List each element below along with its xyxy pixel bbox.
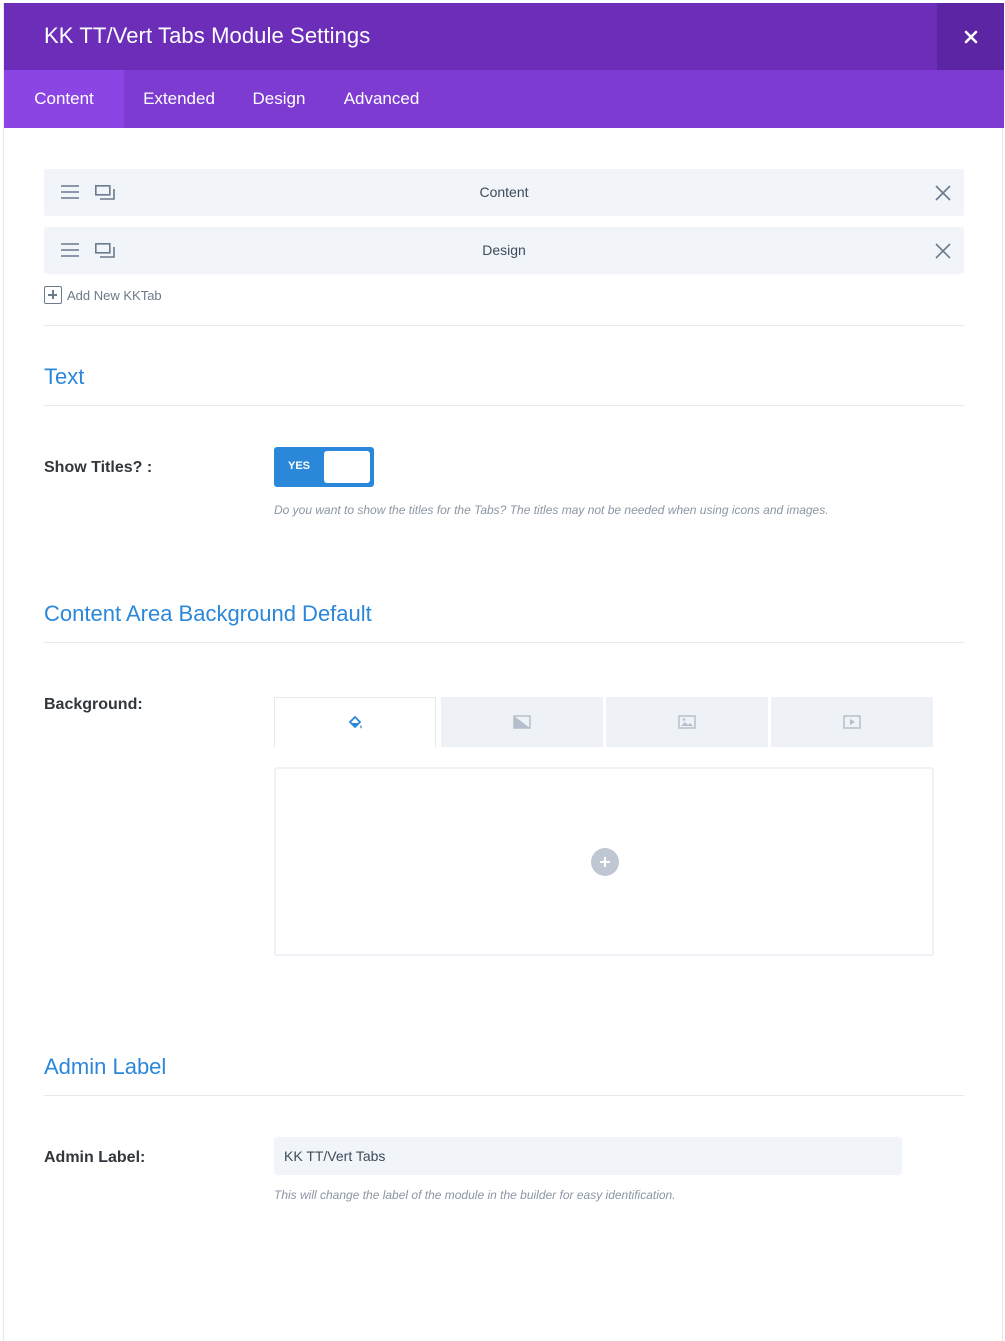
duplicate-icon[interactable] <box>95 243 115 258</box>
divider <box>44 405 964 406</box>
add-new-kktab-button[interactable]: Add New KKTab <box>44 285 162 305</box>
image-icon <box>678 715 696 729</box>
tab-content[interactable]: Content <box>4 70 124 128</box>
close-button[interactable] <box>937 3 1004 70</box>
delete-icon[interactable] <box>934 242 952 260</box>
tab-item-label: Content <box>479 184 529 200</box>
tab-extended[interactable]: Extended <box>124 70 234 128</box>
background-panel <box>274 767 934 956</box>
show-titles-description: Do you want to show the titles for the T… <box>274 503 829 517</box>
module-settings-modal: KK TT/Vert Tabs Module Settings Content … <box>3 3 1004 1341</box>
delete-icon[interactable] <box>934 184 952 202</box>
close-icon <box>964 30 977 43</box>
admin-label-label: Admin Label: <box>44 1149 146 1166</box>
bg-tab-color[interactable] <box>274 697 436 747</box>
toggle-yes-label: YES <box>288 460 311 472</box>
modal-header: KK TT/Vert Tabs Module Settings <box>4 3 1004 70</box>
divider <box>44 1095 964 1096</box>
show-titles-toggle[interactable]: YES <box>274 447 374 487</box>
tab-advanced[interactable]: Advanced <box>324 70 439 128</box>
paint-bucket-icon <box>348 715 362 728</box>
section-title-admin: Admin Label <box>44 1054 167 1079</box>
drag-handle-icon[interactable] <box>61 243 79 257</box>
tab-item-label: Design <box>482 242 526 258</box>
bg-tab-gradient[interactable] <box>441 697 603 747</box>
add-box-icon <box>44 286 62 304</box>
add-background-button[interactable] <box>591 848 619 876</box>
divider <box>44 642 964 643</box>
background-label: Background: <box>44 696 143 713</box>
tab-item-row[interactable]: Content <box>44 169 964 216</box>
duplicate-icon[interactable] <box>95 185 115 200</box>
toggle-knob <box>324 451 370 483</box>
divider <box>44 325 964 326</box>
show-titles-label: Show Titles? : <box>44 459 153 476</box>
admin-label-input[interactable] <box>274 1137 902 1175</box>
bg-tab-video[interactable] <box>771 697 933 747</box>
settings-tabs: Content Extended Design Advanced <box>4 70 1004 128</box>
tab-item-row[interactable]: Design <box>44 227 964 274</box>
bg-tab-image[interactable] <box>606 697 768 747</box>
section-title-background: Content Area Background Default <box>44 601 372 626</box>
modal-title: KK TT/Vert Tabs Module Settings <box>44 23 371 48</box>
section-title-text: Text <box>44 364 85 389</box>
admin-label-description: This will change the label of the module… <box>274 1188 676 1202</box>
video-icon <box>843 715 861 729</box>
add-new-label: Add New KKTab <box>67 287 162 303</box>
tab-design[interactable]: Design <box>234 70 324 128</box>
gradient-icon <box>513 715 531 729</box>
drag-handle-icon[interactable] <box>61 185 79 199</box>
